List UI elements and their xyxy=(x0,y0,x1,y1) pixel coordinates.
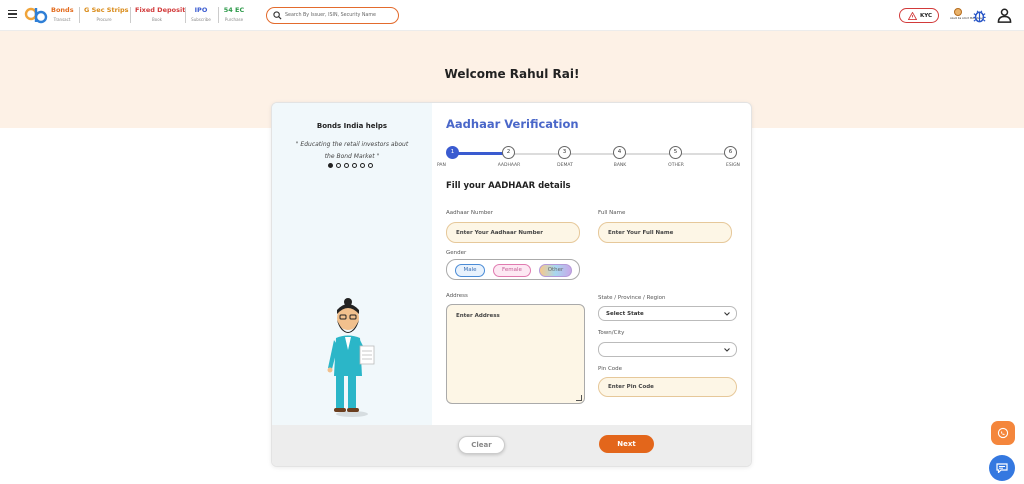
gender-female-option[interactable]: Female xyxy=(493,264,531,277)
city-select[interactable] xyxy=(598,342,737,357)
step-aadhaar: 2 xyxy=(502,146,515,159)
nav-gsec-sub: Procure xyxy=(96,17,112,22)
nav-gsec-title: G Sec Strips xyxy=(84,6,129,14)
phone-call-icon xyxy=(997,427,1009,439)
azadi-badge: Azadi Ka Amrit Mahotsav xyxy=(950,8,983,28)
nav-54ec-sub: Purchase xyxy=(224,17,244,22)
step-label-other: OTHER xyxy=(668,163,684,168)
nav-bonds-sub: Transact xyxy=(53,17,71,22)
chevron-down-icon xyxy=(724,347,730,352)
aadhaar-number-placeholder: Enter Your Aadhaar Number xyxy=(456,229,543,236)
full-name-placeholder: Enter Your Full Name xyxy=(608,229,674,236)
mascot-illustration xyxy=(327,298,375,417)
search-placeholder: Search By Issuer, ISIN, Security Name xyxy=(285,13,376,18)
address-label: Address xyxy=(446,293,468,299)
step-esign: 6 xyxy=(724,146,737,159)
top-navbar: Bonds Transact G Sec Strips Procure Fixe… xyxy=(0,0,1024,31)
carousel-dot[interactable] xyxy=(368,163,373,168)
form-title: Aadhaar Verification xyxy=(446,117,579,131)
bug-icon[interactable] xyxy=(972,8,987,23)
search-icon xyxy=(273,11,282,20)
clear-button[interactable]: Clear xyxy=(458,436,505,454)
nav-gsec-strips[interactable]: G Sec Strips Procure xyxy=(84,6,129,22)
address-field[interactable]: Enter Address xyxy=(446,304,585,404)
carousel-dot[interactable] xyxy=(328,163,333,168)
nav-bonds[interactable]: Bonds Transact xyxy=(51,6,74,22)
nav-ipo-sub: Subscribe xyxy=(191,17,211,22)
full-name-label: Full Name xyxy=(598,210,626,216)
callback-button[interactable] xyxy=(991,421,1015,445)
step-other: 5 xyxy=(669,146,682,159)
nav-fixed-deposit[interactable]: Fixed Deposit Book xyxy=(135,6,186,22)
nav-54ec[interactable]: 54 EC Purchase xyxy=(222,6,246,22)
kyc-card: Bonds India helps " Educating the retail… xyxy=(271,102,752,467)
nav-ipo[interactable]: IPO Subscribe xyxy=(189,6,213,22)
city-label: Town/City xyxy=(598,330,625,336)
resize-handle-icon[interactable] xyxy=(576,395,582,401)
carousel-dot[interactable] xyxy=(352,163,357,168)
chat-icon xyxy=(996,463,1008,473)
aadhaar-number-label: Aadhaar Number xyxy=(446,210,493,216)
helps-quote: " Educating the retail investors about t… xyxy=(295,141,409,160)
helps-title: Bonds India helps xyxy=(316,122,388,130)
gender-other-option[interactable]: Other xyxy=(539,264,572,277)
carousel-dots xyxy=(328,163,376,169)
warning-icon xyxy=(908,12,917,20)
search-input[interactable]: Search By Issuer, ISIN, Security Name xyxy=(266,7,399,24)
aadhaar-form: Aadhaar Verification 1 2 3 4 5 6 PAN AAD… xyxy=(432,103,751,425)
full-name-field[interactable]: Enter Your Full Name xyxy=(598,222,732,243)
azadi-badge-text: Azadi Ka Amrit Mahotsav xyxy=(950,17,983,20)
nav-divider xyxy=(218,7,219,23)
carousel-dot[interactable] xyxy=(360,163,365,168)
nav-54ec-title: 54 EC xyxy=(223,6,245,14)
user-profile-icon[interactable] xyxy=(997,8,1012,23)
carousel-dot[interactable] xyxy=(344,163,349,168)
azadi-emblem-icon xyxy=(954,8,962,16)
step-bank: 4 xyxy=(613,146,626,159)
state-label: State / Province / Region xyxy=(598,295,666,301)
menu-icon[interactable] xyxy=(8,10,17,19)
step-pan: 1 xyxy=(446,146,459,159)
carousel-dot[interactable] xyxy=(336,163,341,168)
next-button[interactable]: Next xyxy=(599,435,654,453)
info-panel: Bonds India helps " Educating the retail… xyxy=(272,103,432,425)
step-label-aadhaar: AADHAAR xyxy=(497,163,521,168)
step-label-pan: PAN xyxy=(437,163,446,168)
pin-code-placeholder: Enter Pin Code xyxy=(608,384,654,390)
step-label-esign: ESIGN xyxy=(726,163,740,168)
state-select-value: Select State xyxy=(606,310,644,317)
welcome-heading: Welcome Rahul Rai! xyxy=(444,67,580,81)
gender-selector: Male Female Other xyxy=(446,259,580,280)
address-placeholder: Enter Address xyxy=(456,313,500,319)
bonds-india-logo[interactable] xyxy=(24,5,48,27)
chat-button[interactable] xyxy=(989,455,1015,481)
pin-code-field[interactable]: Enter Pin Code xyxy=(598,377,737,397)
card-footer: Clear Next xyxy=(272,425,751,466)
form-subtitle: Fill your AADHAAR details xyxy=(446,181,571,191)
nav-fd-title: Fixed Deposit xyxy=(135,6,186,14)
step-demat: 3 xyxy=(558,146,571,159)
chevron-down-icon xyxy=(724,311,730,316)
kyc-button[interactable]: KYC xyxy=(899,8,939,23)
nav-divider xyxy=(130,7,131,23)
kyc-label: KYC xyxy=(920,13,933,19)
stepper-progress xyxy=(452,152,508,155)
aadhaar-number-field[interactable]: Enter Your Aadhaar Number xyxy=(446,222,580,243)
gender-male-option[interactable]: Male xyxy=(455,264,485,277)
state-select[interactable]: Select State xyxy=(598,306,737,321)
nav-divider xyxy=(185,7,186,23)
nav-divider xyxy=(79,7,80,23)
pin-code-label: Pin Code xyxy=(598,366,623,372)
nav-fd-sub: Book xyxy=(152,17,162,22)
gender-label: Gender xyxy=(446,250,467,256)
step-label-bank: BANK xyxy=(613,163,627,168)
step-label-demat: DEMAT xyxy=(557,163,573,168)
nav-ipo-title: IPO xyxy=(194,6,208,14)
nav-bonds-title: Bonds xyxy=(51,6,74,14)
